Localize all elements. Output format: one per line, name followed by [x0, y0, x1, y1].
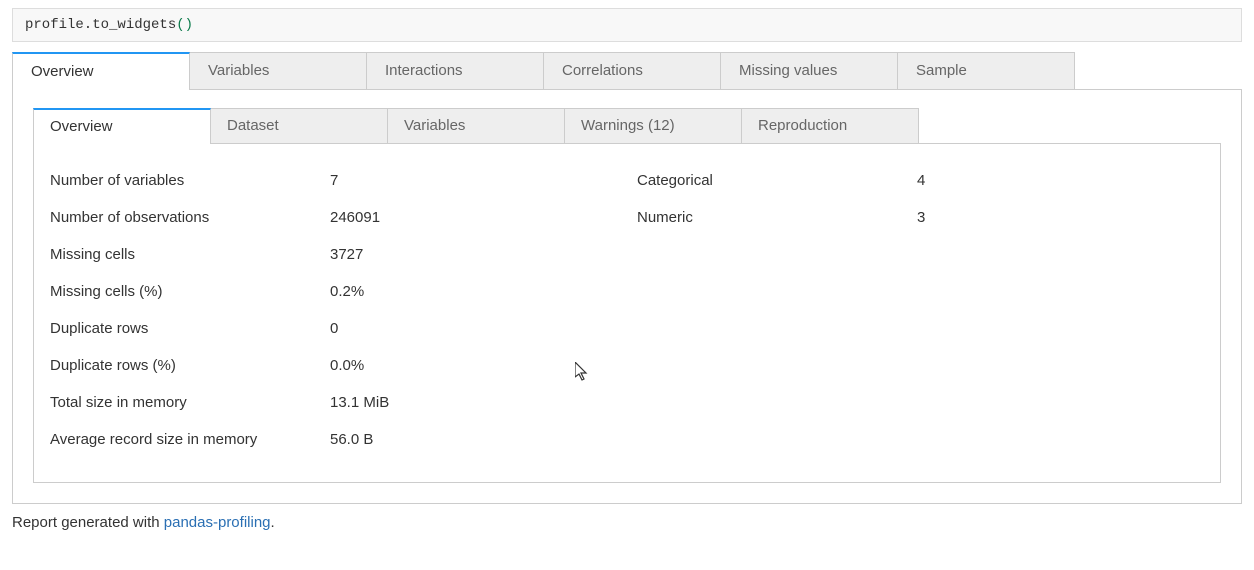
stats-left-column: Number of variables 7 Number of observat…	[50, 162, 617, 458]
stat-row: Total size in memory 13.1 MiB	[50, 384, 617, 421]
inner-panel: Number of variables 7 Number of observat…	[33, 144, 1221, 483]
stat-label: Average record size in memory	[50, 431, 330, 448]
footer-suffix: .	[271, 514, 275, 531]
stat-value: 246091	[330, 209, 380, 226]
stat-row: Missing cells 3727	[50, 236, 617, 273]
inner-tabs: Overview Dataset Variables Warnings (12)…	[33, 108, 1221, 144]
pandas-profiling-link[interactable]: pandas-profiling	[164, 514, 271, 531]
stat-row: Duplicate rows (%) 0.0%	[50, 347, 617, 384]
stat-value: 0	[330, 320, 338, 337]
tab-missing-values[interactable]: Missing values	[720, 52, 898, 89]
stat-value: 3727	[330, 246, 363, 263]
stat-row: Average record size in memory 56.0 B	[50, 421, 617, 458]
inner-tab-dataset[interactable]: Dataset	[210, 108, 388, 143]
stat-label: Numeric	[637, 209, 917, 226]
stat-row: Duplicate rows 0	[50, 310, 617, 347]
stat-value: 7	[330, 172, 338, 189]
stat-label: Total size in memory	[50, 394, 330, 411]
stat-label: Missing cells (%)	[50, 283, 330, 300]
stat-row: Number of observations 246091	[50, 199, 617, 236]
stat-label: Number of observations	[50, 209, 330, 226]
stat-row: Numeric 3	[637, 199, 1204, 236]
stat-value: 0.0%	[330, 357, 364, 374]
stat-value: 13.1 MiB	[330, 394, 389, 411]
stat-value: 4	[917, 172, 925, 189]
stat-row: Missing cells (%) 0.2%	[50, 273, 617, 310]
inner-tab-overview[interactable]: Overview	[33, 108, 211, 143]
code-cell: profile.to_widgets()	[12, 8, 1242, 42]
outer-tabs: Overview Variables Interactions Correlat…	[12, 52, 1242, 90]
inner-tab-warnings[interactable]: Warnings (12)	[564, 108, 742, 143]
stats-right-column: Categorical 4 Numeric 3	[637, 162, 1204, 458]
stat-row: Number of variables 7	[50, 162, 617, 199]
footer-prefix: Report generated with	[12, 514, 164, 531]
outer-panel: Overview Dataset Variables Warnings (12)…	[12, 90, 1242, 504]
stat-label: Categorical	[637, 172, 917, 189]
stat-label: Missing cells	[50, 246, 330, 263]
stat-value: 56.0 B	[330, 431, 373, 448]
stat-value: 3	[917, 209, 925, 226]
tab-variables[interactable]: Variables	[189, 52, 367, 89]
code-parens: ()	[176, 17, 193, 33]
inner-tab-variables[interactable]: Variables	[387, 108, 565, 143]
tab-interactions[interactable]: Interactions	[366, 52, 544, 89]
stat-label: Duplicate rows	[50, 320, 330, 337]
footer-text: Report generated with pandas-profiling.	[12, 514, 1242, 531]
tab-sample[interactable]: Sample	[897, 52, 1075, 89]
code-text: profile.to_widgets	[25, 17, 176, 33]
stat-label: Duplicate rows (%)	[50, 357, 330, 374]
tab-correlations[interactable]: Correlations	[543, 52, 721, 89]
inner-tab-reproduction[interactable]: Reproduction	[741, 108, 919, 143]
stat-value: 0.2%	[330, 283, 364, 300]
tab-overview[interactable]: Overview	[12, 52, 190, 89]
stat-label: Number of variables	[50, 172, 330, 189]
stat-row: Categorical 4	[637, 162, 1204, 199]
